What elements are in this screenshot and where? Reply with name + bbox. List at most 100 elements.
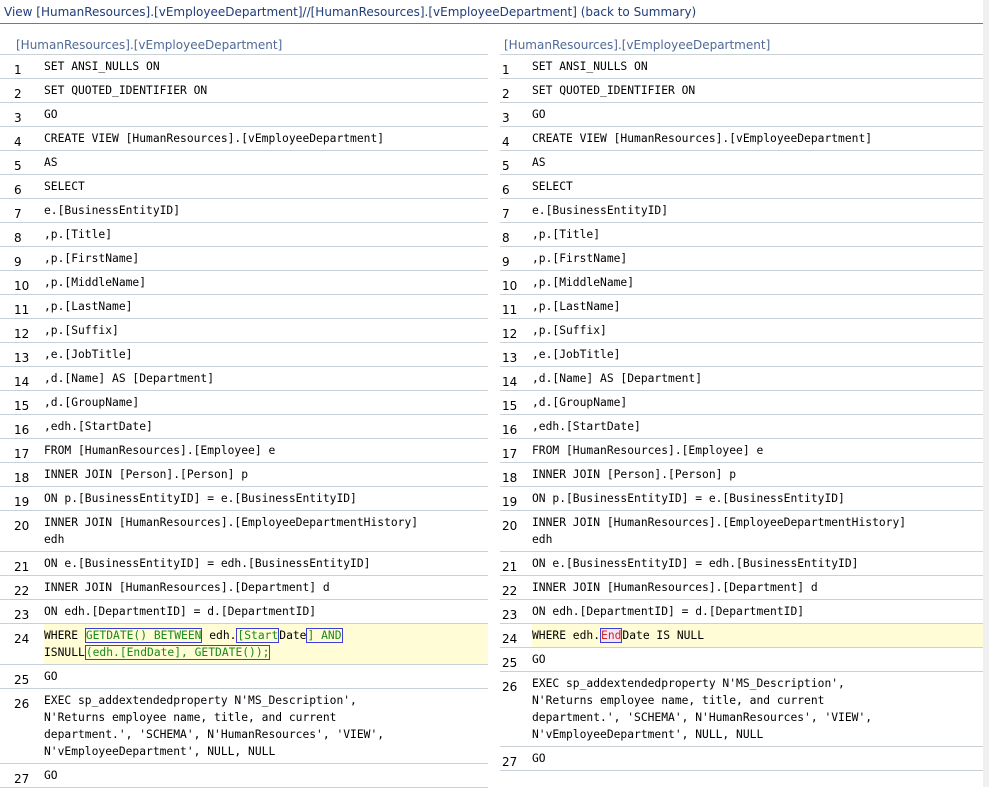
code-line: ,p.[Suffix] [532, 324, 607, 337]
code-row: 3 GO [500, 103, 983, 127]
code-line: ,edh.[StartDate] [44, 420, 153, 433]
code-row: 8 ,p.[Title] [0, 223, 488, 247]
line-number: 12 [502, 327, 518, 341]
code-fragment: ISNULL [44, 646, 85, 659]
line-number: 2 [502, 87, 510, 101]
code-line: CREATE VIEW [HumanResources].[vEmployeeD… [532, 132, 873, 145]
code-row: 19 ON p.[BusinessEntityID] = e.[BusinessE… [0, 487, 488, 511]
code-line: ,p.[LastName] [44, 300, 133, 313]
code-fragment: Date IS NULL [622, 629, 705, 642]
code-line: ON p.[BusinessEntityID] = e.[BusinessEnt… [532, 492, 845, 505]
line-number: 15 [502, 399, 518, 413]
code-row: 13 ,e.[JobTitle] [0, 343, 488, 367]
line-number: 18 [502, 471, 518, 485]
code-row: 1 SET ANSI_NULLS ON [500, 55, 983, 79]
line-number: 6 [502, 183, 510, 197]
line-number: 11 [502, 303, 518, 317]
line-number: 23 [14, 608, 30, 622]
line-number: 19 [14, 495, 30, 509]
code-fragment: WHERE [44, 629, 85, 642]
code-row: 20 INNER JOIN [HumanResources].[EmployeeD… [0, 511, 488, 552]
line-number: 16 [502, 423, 518, 437]
line-number: 27 [502, 755, 518, 769]
line-number: 15 [14, 399, 30, 413]
code-line: SET ANSI_NULLS ON [532, 60, 648, 73]
code-line-changed: WHERE edh.EndDate IS NULL [532, 624, 983, 647]
line-number: 20 [14, 519, 30, 533]
code-row: 3 GO [0, 103, 488, 127]
code-row: 23 ON edh.[DepartmentID] = d.[DepartmentI… [500, 600, 983, 624]
code-row: 4 CREATE VIEW [HumanResources].[vEmployee… [500, 127, 983, 151]
code-line: ON edh.[DepartmentID] = d.[DepartmentID] [44, 605, 317, 618]
diff-highlight: GETDATE() BETWEEN [84, 628, 203, 643]
diff-highlight: End [600, 628, 623, 643]
code-line: ,edh.[StartDate] [532, 420, 641, 433]
vertical-scrollbar[interactable] [983, 0, 989, 787]
code-line: INNER JOIN [HumanResources].[EmployeeDep… [532, 516, 907, 546]
code-line: ,d.[GroupName] [44, 396, 140, 409]
diff-highlight: ] AND [306, 628, 343, 643]
line-number: 25 [14, 673, 30, 687]
code-row: 16 ,edh.[StartDate] [500, 415, 983, 439]
right-code-list: 1 SET ANSI_NULLS ON 2 SET QUOTED_IDENTIFIER… [500, 55, 983, 771]
line-number: 10 [14, 279, 30, 293]
line-number: 21 [14, 560, 30, 574]
line-number: 12 [14, 327, 30, 341]
code-fragment: Date [279, 629, 307, 642]
code-row: 26 EXEC sp_addextendedproperty N'MS_Descr… [0, 689, 488, 764]
line-number: 23 [502, 608, 518, 622]
line-number: 4 [14, 135, 22, 149]
code-line: INNER JOIN [Person].[Person] p [532, 468, 737, 481]
code-row: 12 ,p.[Suffix] [500, 319, 983, 343]
code-row: 14 ,d.[Name] AS [Department] [500, 367, 983, 391]
code-row: 22 INNER JOIN [HumanResources].[Departmen… [500, 576, 983, 600]
line-number: 22 [14, 584, 30, 598]
line-number: 26 [14, 697, 30, 711]
left-code-list: 1 SET ANSI_NULLS ON 2 SET QUOTED_IDENTIFIER… [0, 55, 488, 788]
code-row: 14 ,d.[Name] AS [Department] [0, 367, 488, 391]
code-row: 2 SET QUOTED_IDENTIFIER ON [0, 79, 488, 103]
code-row: 5 AS [500, 151, 983, 175]
code-row: 9 ,p.[FirstName] [0, 247, 488, 271]
code-line: INNER JOIN [HumanResources].[Department]… [532, 581, 818, 594]
line-number: 14 [14, 375, 30, 389]
page-header: View [HumanResources].[vEmployeeDepartme… [0, 0, 983, 24]
code-row: 21 ON e.[BusinessEntityID] = edh.[Busines… [0, 552, 488, 576]
code-fragment: WHERE edh. [532, 629, 601, 642]
line-number: 14 [502, 375, 518, 389]
back-to-summary-link[interactable]: View [HumanResources].[vEmployeeDepartme… [4, 5, 696, 19]
diff-highlight: (edh.[EndDate], GETDATE()); [84, 645, 271, 660]
line-number: 21 [502, 560, 518, 574]
code-row: 7 e.[BusinessEntityID] [500, 199, 983, 223]
code-row: 17 FROM [HumanResources].[Employee] e [500, 439, 983, 463]
code-row: 6 SELECT [500, 175, 983, 199]
code-row: 13 ,e.[JobTitle] [500, 343, 983, 367]
code-row: 16 ,edh.[StartDate] [0, 415, 488, 439]
line-number: 7 [502, 207, 510, 221]
code-row: 24 WHERE edh.EndDate IS NULL [500, 624, 983, 648]
code-row: 15 ,d.[GroupName] [0, 391, 488, 415]
code-fragment: edh. [202, 629, 237, 642]
code-row: 26 EXEC sp_addextendedproperty N'MS_Descr… [500, 672, 983, 747]
line-number: 5 [502, 159, 510, 173]
line-number: 19 [502, 495, 518, 509]
code-row: 12 ,p.[Suffix] [0, 319, 488, 343]
line-number: 3 [502, 111, 510, 125]
line-number: 1 [502, 63, 510, 77]
code-line: ON p.[BusinessEntityID] = e.[BusinessEnt… [44, 492, 357, 505]
code-row: 22 INNER JOIN [HumanResources].[Departmen… [0, 576, 488, 600]
line-number: 16 [14, 423, 30, 437]
code-line: ,p.[FirstName] [44, 252, 140, 265]
code-row: 25 GO [0, 665, 488, 689]
line-number: 5 [14, 159, 22, 173]
code-row: 9 ,p.[FirstName] [500, 247, 983, 271]
code-line: GO [44, 108, 58, 121]
line-number: 13 [14, 351, 30, 365]
code-line: ,d.[Name] AS [Department] [44, 372, 215, 385]
code-row: 27 GO [0, 764, 488, 788]
code-row: 6 SELECT [0, 175, 488, 199]
code-row: 21 ON e.[BusinessEntityID] = edh.[Busines… [500, 552, 983, 576]
code-line: INNER JOIN [Person].[Person] p [44, 468, 249, 481]
code-line: ,e.[JobTitle] [532, 348, 621, 361]
code-row: 11 ,p.[LastName] [0, 295, 488, 319]
